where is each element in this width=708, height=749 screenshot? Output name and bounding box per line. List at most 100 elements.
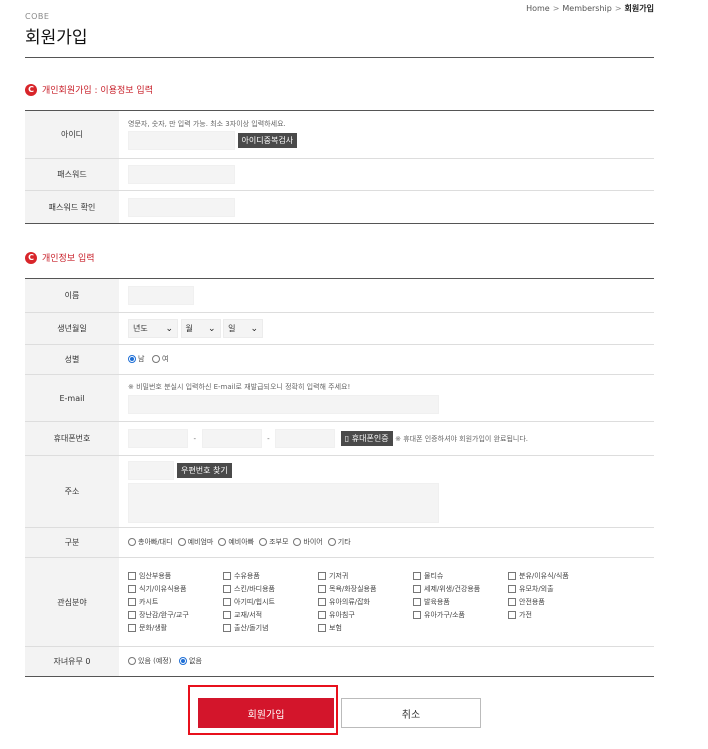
checkbox-icon[interactable] [223, 611, 231, 619]
children-yes-option[interactable]: 있음 (예정) [128, 656, 171, 666]
interest-item-text: 임산부용품 [139, 572, 172, 580]
zipcode-search-button[interactable]: 우편번호 찾기 [177, 462, 232, 478]
phone-input-1[interactable] [128, 429, 188, 448]
interest-item[interactable]: 수유용품 [223, 571, 318, 581]
interest-item[interactable]: 가전 [508, 610, 603, 620]
type-option[interactable]: 기타 [327, 537, 351, 547]
type-option[interactable]: 예비엄마 [177, 537, 213, 547]
interest-item[interactable]: 아기띠/힙시트 [223, 597, 318, 607]
checkbox-icon[interactable] [128, 611, 136, 619]
children-no-option[interactable]: 없음 [179, 656, 202, 666]
type-option[interactable]: 바이어 [293, 537, 323, 547]
breadcrumb-membership[interactable]: Membership [562, 4, 611, 13]
phone-verify-button[interactable]: ▯ 휴대폰인증 [340, 431, 393, 446]
checkbox-icon[interactable] [223, 585, 231, 593]
gender-female-text: 여 [162, 355, 169, 363]
interest-item[interactable]: 보험 [318, 623, 413, 633]
password-input[interactable] [128, 165, 235, 184]
phone-input-2[interactable] [201, 429, 262, 448]
checkbox-icon[interactable] [413, 585, 421, 593]
radio-icon[interactable] [128, 657, 136, 665]
address-row: 주소 우편번호 찾기 [25, 455, 654, 528]
checkbox-icon[interactable] [318, 611, 326, 619]
checkbox-icon[interactable] [413, 572, 421, 580]
interest-item[interactable]: 안전용품 [508, 597, 603, 607]
password-confirm-input[interactable] [128, 197, 235, 217]
birth-day-select[interactable]: 일 ⌄ [223, 319, 264, 338]
interest-item[interactable]: 목욕/화장실용품 [318, 584, 413, 594]
interest-item[interactable]: 카시트 [128, 597, 223, 607]
page-title: 회원가입 [25, 28, 88, 48]
checkbox-icon[interactable] [413, 611, 421, 619]
interest-item[interactable]: 세제/위생/건강용품 [413, 584, 508, 594]
radio-icon[interactable] [128, 538, 136, 546]
interest-item[interactable]: 스킨/바디용품 [223, 584, 318, 594]
interest-item-text: 물티슈 [424, 572, 444, 580]
checkbox-icon[interactable] [508, 572, 516, 580]
interest-item[interactable]: 식기/이유식용품 [128, 584, 223, 594]
checkbox-icon[interactable] [223, 624, 231, 632]
id-check-button[interactable]: 아이디중복검사 [237, 133, 298, 148]
interest-item[interactable]: 물티슈 [413, 571, 508, 581]
checkbox-icon[interactable] [128, 585, 136, 593]
interest-item[interactable]: 기저귀 [318, 571, 413, 581]
gender-male-option[interactable]: 남 [128, 354, 144, 364]
type-option[interactable]: 예비아빠 [218, 537, 254, 547]
interest-item[interactable]: 임산부용품 [128, 571, 223, 581]
interest-item[interactable]: 문화/생활 [128, 623, 223, 633]
interest-item[interactable]: 유아가구/소품 [413, 610, 508, 620]
checkbox-icon[interactable] [223, 572, 231, 580]
checkbox-icon[interactable] [508, 585, 516, 593]
radio-icon[interactable] [218, 538, 227, 546]
checkbox-icon[interactable] [318, 598, 326, 606]
interest-item[interactable]: 출산/돌기념 [223, 623, 318, 633]
radio-icon[interactable] [177, 538, 186, 546]
radio-selected-icon[interactable] [128, 355, 136, 363]
email-input[interactable] [128, 395, 439, 414]
checkbox-icon[interactable] [413, 598, 421, 606]
birth-year-select[interactable]: 년도 ⌄ [128, 319, 178, 338]
phone-dash: - [193, 435, 197, 443]
interest-item[interactable]: 장난감/완구/교구 [128, 610, 223, 620]
checkbox-icon[interactable] [318, 585, 326, 593]
radio-icon[interactable] [259, 538, 268, 546]
children-yes-text: 있음 (예정) [138, 657, 172, 665]
interest-item[interactable]: 유모차/외출 [508, 584, 603, 594]
interest-row: 관심분야 임산부용품 수유용품 기저귀 물티슈 분유/이유식/식품 식기/이유식용품 스킨/… [25, 557, 654, 647]
radio-icon[interactable] [327, 538, 336, 546]
interest-item[interactable]: 유아의류/잡화 [318, 597, 413, 607]
radio-icon[interactable] [293, 538, 302, 546]
checkbox-icon[interactable] [128, 598, 136, 606]
checkbox-icon[interactable] [128, 624, 136, 632]
checkbox-icon[interactable] [223, 598, 231, 606]
id-input[interactable] [128, 131, 235, 150]
submit-button[interactable]: 회원가입 [198, 698, 334, 728]
radio-selected-icon[interactable] [179, 657, 187, 665]
interest-item[interactable]: 발육용품 [413, 597, 508, 607]
name-input[interactable] [128, 286, 194, 305]
type-option[interactable]: 조부모 [259, 537, 288, 547]
type-option-text: 조부모 [269, 538, 289, 546]
children-no-text: 없음 [189, 657, 202, 665]
zipcode-input[interactable] [128, 460, 174, 480]
checkbox-icon[interactable] [318, 572, 326, 580]
type-option[interactable]: 총아빠/대디 [128, 537, 173, 547]
gender-female-option[interactable]: 여 [152, 354, 168, 364]
birth-month-value: 월 [185, 324, 193, 333]
radio-icon[interactable] [152, 355, 160, 363]
breadcrumb-home[interactable]: Home [526, 4, 550, 13]
cancel-button[interactable]: 취소 [341, 698, 481, 728]
checkbox-icon[interactable] [128, 572, 136, 580]
interest-item-text: 유모차/외출 [519, 585, 554, 593]
checkbox-icon[interactable] [508, 598, 516, 606]
checkbox-icon[interactable] [508, 611, 516, 619]
interest-item[interactable]: 분유/이유식/식품 [508, 571, 603, 581]
checkbox-icon[interactable] [318, 624, 326, 632]
interest-item[interactable]: 교재/서적 [223, 610, 318, 620]
section-header-personal: C 개인정보 입력 [25, 251, 95, 264]
phone-input-3[interactable] [275, 429, 336, 448]
interest-item-text: 유아의류/잡화 [329, 598, 370, 606]
interest-item[interactable]: 유아침구 [318, 610, 413, 620]
birth-month-select[interactable]: 월 ⌄ [180, 319, 221, 338]
address-input[interactable] [128, 482, 439, 523]
